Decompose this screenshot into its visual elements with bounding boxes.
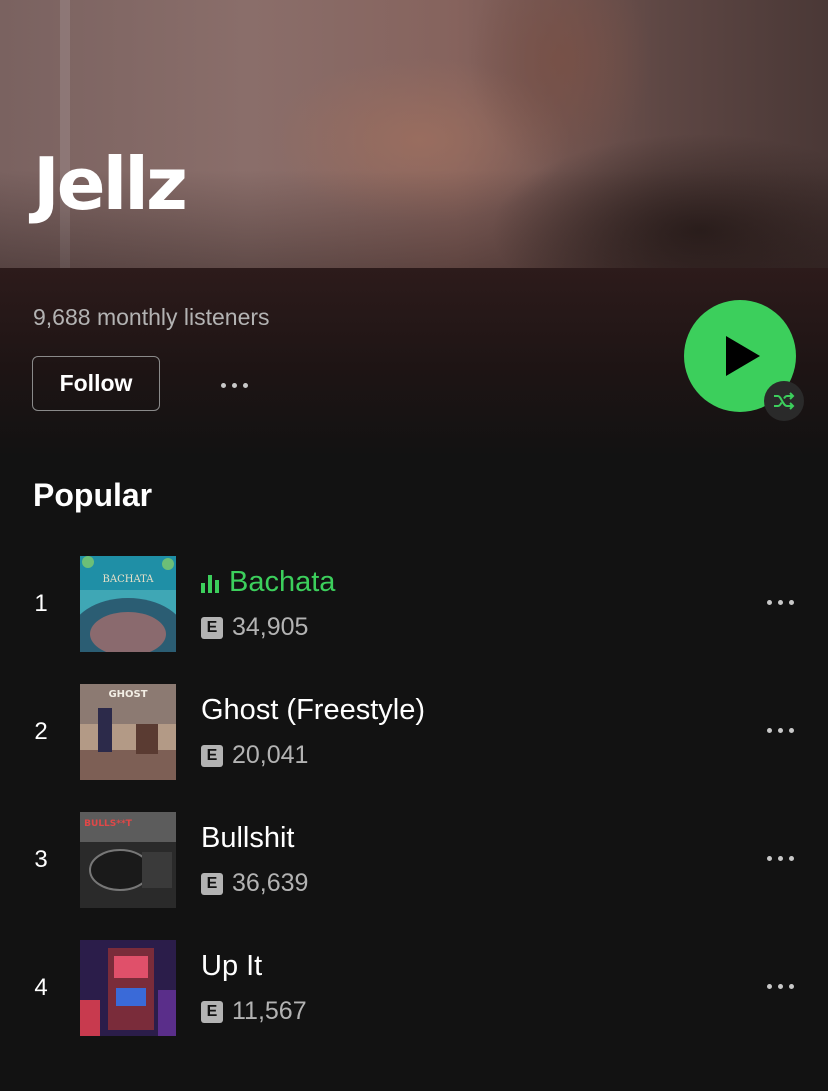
dot bbox=[220, 382, 226, 388]
track-title-text: Up It bbox=[201, 950, 263, 982]
dot bbox=[788, 727, 794, 733]
play-count: 34,905 bbox=[232, 613, 309, 641]
track-meta: E 36,639 bbox=[201, 869, 308, 898]
dot bbox=[788, 983, 794, 989]
dot bbox=[766, 727, 772, 733]
shuffle-button[interactable] bbox=[764, 381, 804, 421]
dot bbox=[788, 855, 794, 861]
track-row[interactable]: 4 Up It E 11,567 bbox=[0, 940, 828, 1040]
track-title: Bachata bbox=[201, 566, 335, 599]
track-cover-art bbox=[80, 940, 176, 1036]
track-title-text: Bachata bbox=[229, 566, 336, 598]
track-number: 2 bbox=[34, 718, 48, 745]
play-count: 36,639 bbox=[232, 869, 309, 897]
track-more-icon[interactable] bbox=[760, 720, 800, 740]
play-count: 11,567 bbox=[232, 997, 307, 1025]
track-more-icon[interactable] bbox=[760, 848, 800, 868]
cover-title-text: BULLS**T bbox=[84, 819, 133, 829]
track-title-text: Ghost (Freestyle) bbox=[201, 694, 425, 726]
track-meta: E 11,567 bbox=[201, 997, 307, 1026]
dot bbox=[231, 382, 237, 388]
track-title: Up It bbox=[201, 950, 262, 983]
popular-heading: Popular bbox=[33, 477, 153, 513]
track-more-icon[interactable] bbox=[760, 976, 800, 996]
shuffle-icon bbox=[774, 392, 795, 410]
track-row[interactable]: 2 GHOST Ghost (Freestyle) E 20,041 bbox=[0, 684, 828, 784]
follow-button[interactable]: Follow bbox=[32, 356, 160, 411]
explicit-badge: E bbox=[201, 1000, 223, 1023]
dot bbox=[777, 983, 783, 989]
track-cover-art: BULLS**T bbox=[80, 812, 176, 908]
artist-header-image: Jellz bbox=[0, 0, 828, 268]
play-icon bbox=[726, 336, 760, 376]
explicit-badge: E bbox=[201, 744, 223, 767]
dot bbox=[788, 599, 794, 605]
track-cover-art: BACHATA bbox=[80, 556, 176, 652]
track-title: Bullshit bbox=[201, 822, 295, 855]
track-title: Ghost (Freestyle) bbox=[201, 694, 425, 727]
eq-bar bbox=[208, 574, 212, 593]
track-row[interactable]: 1 BACHATA Bachata E 34,905 bbox=[0, 556, 828, 656]
now-playing-icon bbox=[201, 573, 219, 593]
dot bbox=[777, 855, 783, 861]
track-meta: E 20,041 bbox=[201, 741, 308, 770]
eq-bar bbox=[215, 579, 219, 593]
dot bbox=[766, 599, 772, 605]
dot bbox=[242, 382, 248, 388]
dot bbox=[777, 727, 783, 733]
track-number: 1 bbox=[34, 590, 48, 617]
track-cover-art: GHOST bbox=[80, 684, 176, 780]
monthly-listeners: 9,688 monthly listeners bbox=[33, 304, 270, 330]
dot bbox=[766, 983, 772, 989]
dot bbox=[777, 599, 783, 605]
eq-bar bbox=[201, 582, 205, 593]
track-more-icon[interactable] bbox=[760, 592, 800, 612]
track-title-text: Bullshit bbox=[201, 822, 295, 854]
track-meta: E 34,905 bbox=[201, 613, 308, 642]
more-options-icon[interactable] bbox=[208, 370, 260, 400]
track-number: 4 bbox=[34, 974, 48, 1001]
track-row[interactable]: 3 BULLS**T Bullshit E 36,639 bbox=[0, 812, 828, 912]
dot bbox=[766, 855, 772, 861]
explicit-badge: E bbox=[201, 616, 223, 639]
cover-title-text: GHOST bbox=[108, 689, 147, 700]
explicit-badge: E bbox=[201, 872, 223, 895]
track-number: 3 bbox=[34, 846, 48, 873]
play-count: 20,041 bbox=[232, 741, 309, 769]
artist-name: Jellz bbox=[33, 142, 188, 226]
cover-title-text: BACHATA bbox=[103, 574, 155, 585]
